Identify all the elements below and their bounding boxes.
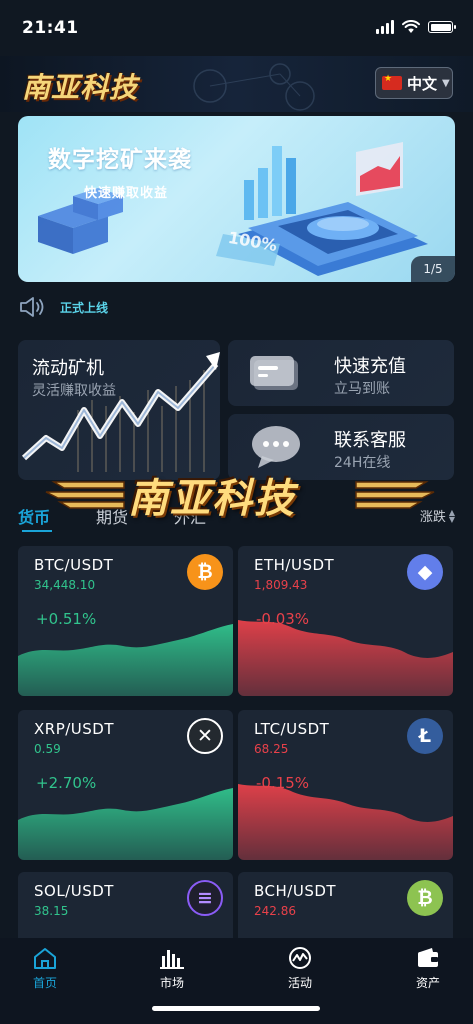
watermark-text: 南亚科技 [128, 475, 296, 522]
coin-change: +2.70% [36, 774, 97, 792]
solana-icon: ≡ [187, 880, 223, 916]
status-bar: 21:41 [0, 0, 473, 56]
nav-home[interactable]: 首页 [10, 946, 80, 991]
language-selector[interactable]: 中文 ▼ [375, 67, 453, 99]
nav-market[interactable]: 市场 [137, 946, 207, 991]
status-time: 21:41 [22, 18, 79, 38]
notice-bar[interactable]: 正式上线 [18, 292, 108, 322]
nav-activity-label: 活动 [287, 976, 312, 990]
liquidity-title: 流动矿机 [32, 358, 104, 379]
home-indicator [152, 1006, 320, 1011]
bitcoin-cash-icon: ₿ [407, 880, 443, 916]
coin-price: 68.25 [254, 742, 289, 756]
chevron-down-icon: ▼ [442, 77, 450, 89]
coin-price: 0.59 [34, 742, 61, 756]
status-icons [376, 20, 456, 34]
logo-text: 南亚科技 [22, 71, 139, 104]
deposit-title: 快速充值 [334, 356, 406, 377]
quick-deposit-card[interactable]: 快速充值 立马到账 [228, 340, 454, 406]
cellular-signal-icon [376, 20, 394, 34]
coin-pair: XRP/USDT [34, 720, 115, 738]
liquidity-subtitle: 灵活赚取收益 [32, 383, 116, 399]
coin-card-btc[interactable]: BTC/USDT 34,448.10 +0.51% ₿ [18, 546, 233, 696]
brand-watermark: 南亚科技 [40, 458, 440, 538]
china-flag-icon [382, 74, 402, 90]
nav-assets[interactable]: 资产 [393, 946, 463, 991]
wallet-card-icon [250, 356, 298, 390]
coin-price: 38.15 [34, 904, 69, 918]
banner-page-indicator: 1/5 [411, 256, 455, 282]
nav-activity[interactable]: 活动 [265, 946, 335, 991]
coin-price: 34,448.10 [34, 578, 96, 592]
coin-card-eth[interactable]: ETH/USDT 1,809.43 -0.03% ◆ [238, 546, 453, 696]
banner-title: 数字挖矿来袭 [48, 147, 192, 173]
promo-banner[interactable]: 数字挖矿来袭 快速赚取收益 100% 1/5 [18, 116, 455, 282]
language-label: 中文 [407, 74, 438, 93]
home-icon [34, 948, 56, 969]
coin-pair: LTC/USDT [254, 720, 330, 738]
coin-price: 1,809.43 [254, 578, 308, 592]
notice-text: 正式上线 [60, 300, 109, 315]
coin-pair: BCH/USDT [254, 882, 337, 900]
coin-card-xrp[interactable]: XRP/USDT 0.59 +2.70% ✕ [18, 710, 233, 860]
bottom-navigation: 首页 市场 活动 资产 [0, 938, 473, 1024]
xrp-icon: ✕ [187, 718, 223, 754]
app-logo: 南亚科技 [18, 60, 146, 104]
coin-pair: ETH/USDT [254, 556, 335, 574]
battery-icon [428, 21, 456, 33]
nav-market-label: 市场 [159, 976, 184, 990]
coin-change: -0.03% [256, 610, 310, 628]
deposit-subtitle: 立马到账 [334, 381, 390, 397]
coin-pair: BTC/USDT [34, 556, 114, 574]
litecoin-icon: Ł [407, 718, 443, 754]
wifi-icon [402, 20, 420, 33]
nav-home-label: 首页 [32, 976, 57, 990]
coin-card-ltc[interactable]: LTC/USDT 68.25 -0.15% Ł [238, 710, 453, 860]
coin-change: +0.51% [36, 610, 97, 628]
coin-price: 242.86 [254, 904, 296, 918]
wallet-icon [418, 948, 438, 967]
banner-subtitle: 快速赚取收益 [84, 186, 169, 201]
activity-icon [289, 947, 311, 969]
bar-chart-icon [160, 950, 184, 969]
coin-change: -0.15% [256, 774, 310, 792]
ethereum-icon: ◆ [407, 554, 443, 590]
sort-arrows-icon: ▲ ▼ [448, 507, 455, 524]
speaker-icon [20, 297, 44, 317]
service-title: 联系客服 [334, 430, 406, 451]
nav-assets-label: 资产 [415, 976, 440, 990]
coin-pair: SOL/USDT [34, 882, 114, 900]
bitcoin-icon: ₿ [187, 554, 223, 590]
